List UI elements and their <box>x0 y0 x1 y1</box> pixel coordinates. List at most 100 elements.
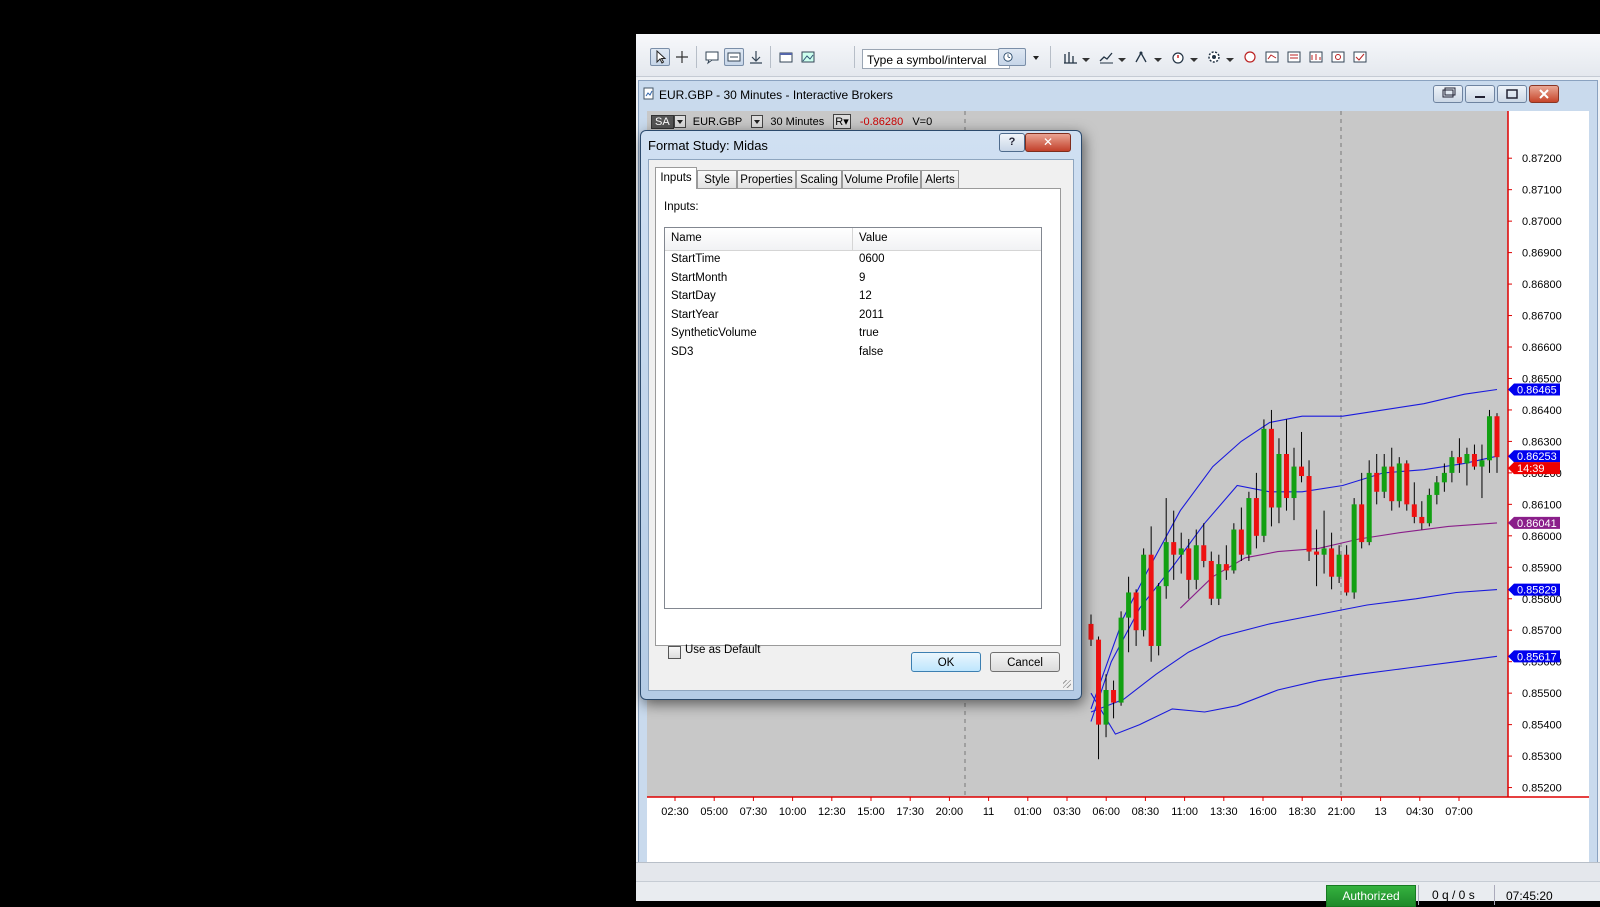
use-as-default-checkbox[interactable] <box>668 646 681 659</box>
candle-body <box>1126 592 1132 618</box>
candle-body <box>1178 548 1184 555</box>
table-row[interactable]: StartTime 0600 <box>665 252 1041 270</box>
tool-a-icon[interactable] <box>1240 48 1260 66</box>
table-row[interactable]: StartDay 12 <box>665 289 1041 307</box>
alert-icon[interactable] <box>1168 48 1188 66</box>
candle-body <box>1494 416 1500 458</box>
dialog-body: Inputs Style Properties Scaling Volume P… <box>648 159 1074 691</box>
indicator-icon[interactable] <box>1096 48 1116 66</box>
tool-c-icon[interactable] <box>1284 48 1304 66</box>
tab-style[interactable]: Style <box>697 170 737 188</box>
price-flag-label: 0.85617 <box>1517 651 1557 663</box>
y-tick-label: 0.86800 <box>1522 279 1562 291</box>
tab-inputs[interactable]: Inputs <box>655 167 697 189</box>
table-row[interactable]: StartMonth 9 <box>665 271 1041 289</box>
y-tick-label: 0.87200 <box>1522 153 1562 165</box>
chart-symbol: EUR.GBP <box>692 115 743 128</box>
candle-body <box>1238 529 1244 555</box>
candle-body <box>1208 560 1214 599</box>
comment-tool-icon[interactable] <box>702 48 722 66</box>
x-tick-label: 01:00 <box>1014 806 1042 818</box>
price-flag-label: 0.86253 <box>1517 451 1557 463</box>
main-toolbar: Type a symbol/interval <box>636 34 1600 77</box>
candle-body <box>1464 454 1470 464</box>
tool-d-icon[interactable] <box>1306 48 1326 66</box>
tab-alerts[interactable]: Alerts <box>921 170 959 188</box>
inputs-grid[interactable]: Name Value StartTime 0600 StartMonth 9 Sta… <box>664 227 1042 609</box>
scroll-tool-icon[interactable] <box>746 48 766 66</box>
pointer-tool-icon[interactable] <box>650 48 670 66</box>
status-strip <box>636 863 1600 882</box>
y-tick-label: 0.87000 <box>1522 216 1562 228</box>
minimize-window-icon[interactable] <box>1465 85 1495 103</box>
table-row[interactable]: SyntheticVolume true <box>665 326 1041 344</box>
price-flag-label: 0.86041 <box>1517 518 1557 530</box>
candle-body <box>1389 466 1395 502</box>
price-flag-label: 0.86465 <box>1517 384 1557 396</box>
x-tick-label: 08:30 <box>1132 806 1160 818</box>
tool-f-icon[interactable] <box>1350 48 1370 66</box>
x-tick-label: 13:30 <box>1210 806 1238 818</box>
format-study-dialog: Format Study: Midas ? ✕ Inputs Style Pro… <box>640 130 1082 700</box>
y-tick-label: 0.86100 <box>1522 499 1562 511</box>
bar-chart-icon[interactable] <box>1060 48 1080 66</box>
sa-badge[interactable]: SA <box>651 114 674 129</box>
y-tick-label: 0.85500 <box>1522 688 1562 700</box>
chart-info-bar: SA EUR.GBP 30 Minutes R▾ -0.86280 V=0 <box>651 114 932 130</box>
settings-icon[interactable] <box>1204 48 1224 66</box>
clock-button-icon[interactable] <box>998 48 1026 66</box>
candle-body <box>1268 428 1274 508</box>
y-tick-label: 0.86600 <box>1522 342 1562 354</box>
chart-volume: V=0 <box>912 115 933 128</box>
x-tick-label: 12:30 <box>818 806 846 818</box>
candle-body <box>1133 592 1139 631</box>
candle-body <box>1246 498 1252 555</box>
column-header-name[interactable]: Name <box>671 232 702 244</box>
drawing-tools-icon[interactable] <box>1132 48 1152 66</box>
cancel-button[interactable]: Cancel <box>990 652 1060 672</box>
tooltip-tool-icon[interactable] <box>724 48 744 66</box>
resize-grip-icon[interactable] <box>1063 680 1071 688</box>
range-badge[interactable]: R▾ <box>833 114 851 130</box>
candle-body <box>1096 639 1102 725</box>
restore-window-icon[interactable] <box>1433 85 1463 103</box>
use-as-default-label[interactable]: Use as Default <box>685 644 760 656</box>
clock-dropdown-icon[interactable] <box>1026 48 1039 66</box>
symbol-input[interactable]: Type a symbol/interval <box>862 49 1010 69</box>
tool-b-icon[interactable] <box>1262 48 1282 66</box>
image-tool-icon[interactable] <box>798 48 818 66</box>
dialog-close-button[interactable]: ✕ <box>1025 133 1071 152</box>
candle-body <box>1276 454 1282 508</box>
ok-button[interactable]: OK <box>911 652 981 672</box>
help-button[interactable]: ? <box>999 133 1025 152</box>
y-tick-label: 0.86900 <box>1522 248 1562 260</box>
chart-interval: 30 Minutes <box>770 115 825 128</box>
midas-band-line <box>1090 388 1498 710</box>
window-tool-icon[interactable] <box>776 48 796 66</box>
tab-scaling[interactable]: Scaling <box>796 170 842 188</box>
x-tick-label: 04:30 <box>1406 806 1434 818</box>
chevron-down-icon[interactable] <box>751 115 764 129</box>
candle-body <box>1156 586 1162 646</box>
tab-properties[interactable]: Properties <box>737 170 796 188</box>
table-row[interactable]: SD3 false <box>665 345 1041 363</box>
chevron-down-icon[interactable] <box>673 115 686 129</box>
tool-e-icon[interactable] <box>1328 48 1348 66</box>
candle-body <box>1231 529 1237 571</box>
candle-body <box>1381 466 1387 492</box>
close-window-icon[interactable] <box>1529 85 1559 103</box>
candle-body <box>1088 623 1094 640</box>
crosshair-tool-icon[interactable] <box>672 48 692 66</box>
column-header-value[interactable]: Value <box>859 232 888 244</box>
candle-body <box>1111 690 1117 703</box>
candle-body <box>1186 548 1192 580</box>
candle-body <box>1486 416 1492 461</box>
chart-window-title: EUR.GBP - 30 Minutes - Interactive Broke… <box>659 88 893 102</box>
tab-volume-profile[interactable]: Volume Profile <box>842 170 921 188</box>
candle-body <box>1336 554 1342 577</box>
maximize-window-icon[interactable] <box>1497 85 1527 103</box>
candle-body <box>1479 460 1485 467</box>
candle-body <box>1411 504 1417 517</box>
symbol-placeholder: Type a symbol/interval <box>867 53 987 67</box>
table-row[interactable]: StartYear 2011 <box>665 308 1041 326</box>
